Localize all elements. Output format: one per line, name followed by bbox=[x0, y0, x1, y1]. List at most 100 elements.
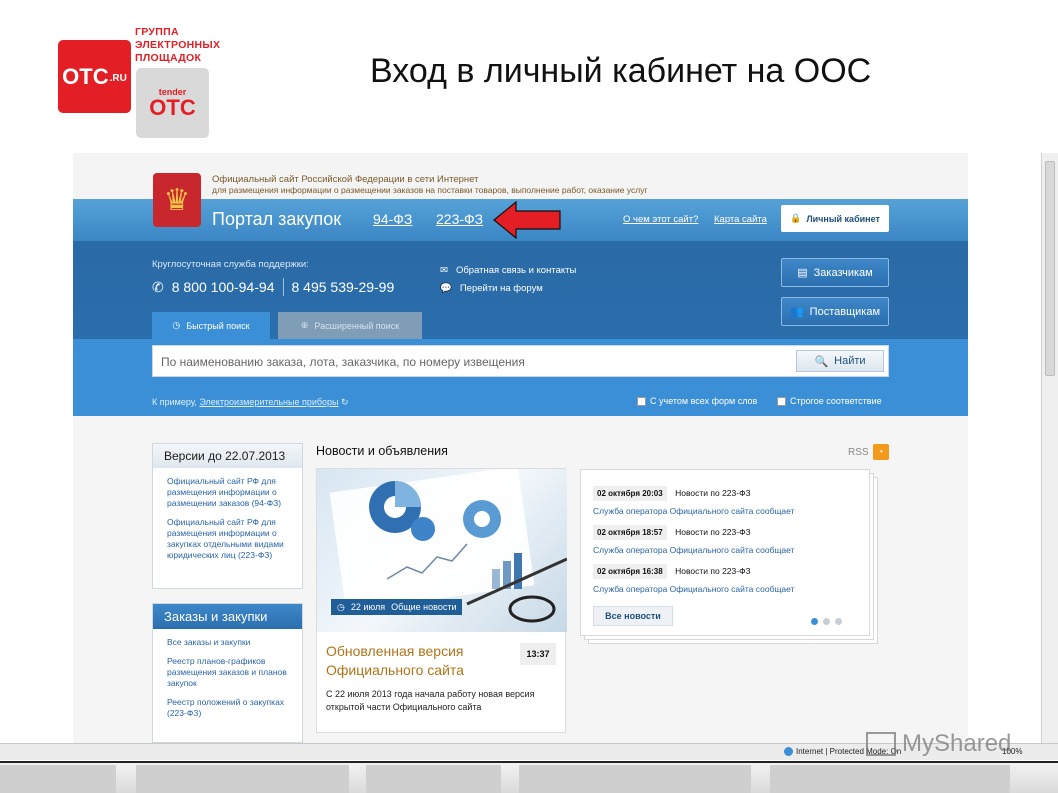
forum-link[interactable]: 💬 Перейти на форум bbox=[440, 283, 543, 294]
tender-big-label: OTC bbox=[149, 97, 195, 119]
all-word-forms-option[interactable]: С учетом всех форм слов bbox=[637, 396, 757, 406]
news-image: ◷ 22 июля Общие новости bbox=[317, 469, 567, 632]
versions-link-223[interactable]: Официальный сайт РФ для размещения инфор… bbox=[153, 517, 302, 561]
feed-item-category: Новости по 223-ФЗ bbox=[675, 488, 751, 498]
feed-item-category: Новости по 223-ФЗ bbox=[675, 566, 751, 576]
tab-quick-search[interactable]: ◷ Быстрый поиск bbox=[152, 312, 270, 339]
pager-dot[interactable] bbox=[835, 618, 842, 625]
news-tag-category: Общие новости bbox=[391, 602, 456, 612]
group-logo-text: ГРУППА ЭЛЕКТРОННЫХ ПЛОЩАДОК bbox=[135, 26, 220, 65]
gov-header-line-2: для размещения информации о размещении з… bbox=[212, 185, 648, 195]
watermark: MyShared bbox=[866, 730, 1011, 758]
tab-advanced-search-label: Расширенный поиск bbox=[314, 321, 399, 331]
suppliers-label: Поставщикам bbox=[810, 306, 880, 318]
russia-emblem-icon: ♛ bbox=[153, 173, 201, 227]
taskbar-item[interactable] bbox=[519, 765, 751, 793]
forum-label: Перейти на форум bbox=[460, 283, 543, 294]
link-94-fz[interactable]: 94-ФЗ bbox=[373, 211, 412, 227]
group-line-3: ПЛОЩАДОК bbox=[135, 52, 220, 65]
support-label: Круглосуточная служба поддержки: bbox=[152, 259, 309, 270]
tab-quick-search-label: Быстрый поиск bbox=[186, 321, 249, 331]
tender-otc-logo: tender OTC bbox=[136, 68, 209, 138]
pager-dot[interactable] bbox=[823, 618, 830, 625]
example-link[interactable]: Электроизмерительные приборы bbox=[199, 397, 338, 407]
news-body: С 22 июля 2013 года начала работу новая … bbox=[326, 688, 558, 714]
link-223-fz[interactable]: 223-ФЗ bbox=[436, 211, 483, 227]
lock-icon: 🔒 bbox=[790, 213, 801, 224]
about-site-link[interactable]: О чем этот сайт? bbox=[623, 214, 698, 225]
feedback-link[interactable]: ✉ Обратная связь и контакты bbox=[440, 265, 576, 276]
personal-cabinet-button[interactable]: 🔒 Личный кабинет bbox=[781, 205, 889, 232]
search-input[interactable] bbox=[161, 355, 781, 369]
chat-bubble-icon: 💬 bbox=[440, 283, 452, 294]
portal-title: Портал закупок bbox=[212, 209, 341, 230]
otc-logo-suffix: .RU bbox=[110, 73, 127, 84]
envelope-icon: ✉ bbox=[440, 265, 448, 276]
orders-link-plans[interactable]: Реестр планов-графиков размещения заказо… bbox=[153, 656, 302, 689]
news-section-title: Новости и объявления bbox=[316, 444, 448, 458]
phone-2: 8 495 539-29-99 bbox=[292, 279, 395, 295]
feed-item-date: 02 октября 18:57 bbox=[593, 525, 667, 540]
example-prefix: К примеру, bbox=[152, 397, 197, 407]
feed-item-date: 02 октября 20:03 bbox=[593, 486, 667, 501]
feed-item-link[interactable]: Служба оператора Официального сайта сооб… bbox=[593, 506, 795, 516]
rss-link[interactable]: RSS ◔ bbox=[848, 444, 889, 460]
feed-item: 02 октября 20:03 Новости по 223-ФЗ Служб… bbox=[593, 483, 795, 516]
group-line-2: ЭЛЕКТРОННЫХ bbox=[135, 39, 220, 52]
customers-button[interactable]: ▤ Заказчикам bbox=[781, 258, 889, 287]
content-area: Версии до 22.07.2013 Официальный сайт РФ… bbox=[73, 416, 968, 743]
strict-match-option[interactable]: Строгое соответствие bbox=[777, 396, 882, 406]
phone-separator bbox=[283, 278, 284, 296]
otc-logo: OTC.RU bbox=[58, 40, 131, 113]
strict-match-label: Строгое соответствие bbox=[790, 396, 882, 406]
orders-link-regulations[interactable]: Реестр положений о закупках (223-ФЗ) bbox=[153, 697, 302, 719]
tab-advanced-search[interactable]: ⊕ Расширенный поиск bbox=[278, 312, 422, 339]
taskbar-item[interactable] bbox=[770, 765, 1010, 793]
news-time: 13:37 bbox=[520, 643, 556, 665]
taskbar-item[interactable] bbox=[366, 765, 501, 793]
strict-match-checkbox[interactable] bbox=[777, 397, 786, 406]
news-clock-icon: ◷ bbox=[337, 602, 345, 613]
briefcase-icon: ▤ bbox=[797, 266, 807, 279]
all-news-button[interactable]: Все новости bbox=[593, 606, 673, 626]
news-card[interactable]: ◷ 22 июля Общие новости Обновленная верс… bbox=[316, 468, 566, 733]
pager-dot[interactable] bbox=[811, 618, 818, 625]
suppliers-button[interactable]: 👥 Поставщикам bbox=[781, 297, 889, 326]
feed-item: 02 октября 16:38 Новости по 223-ФЗ Служб… bbox=[593, 561, 795, 594]
group-line-1: ГРУППА bbox=[135, 26, 220, 39]
slide: OTC.RU ГРУППА ЭЛЕКТРОННЫХ ПЛОЩАДОК tende… bbox=[0, 0, 1058, 793]
feed-item-link[interactable]: Служба оператора Официального сайта сооб… bbox=[593, 545, 795, 555]
feed-item-date: 02 октября 16:38 bbox=[593, 564, 667, 579]
customers-label: Заказчикам bbox=[814, 267, 873, 279]
versions-link-94[interactable]: Официальный сайт РФ для размещения инфор… bbox=[153, 476, 302, 509]
feed-item: 02 октября 18:57 Новости по 223-ФЗ Служб… bbox=[593, 522, 795, 555]
feedback-label: Обратная связь и контакты bbox=[456, 265, 576, 276]
feed-item-link[interactable]: Служба оператора Официального сайта сооб… bbox=[593, 584, 795, 594]
all-word-forms-checkbox[interactable] bbox=[637, 397, 646, 406]
scrollbar-thumb[interactable] bbox=[1045, 161, 1055, 376]
globe-icon bbox=[784, 747, 793, 756]
rss-label: RSS bbox=[848, 447, 869, 458]
find-button[interactable]: 🔍 Найти bbox=[796, 350, 884, 372]
users-icon: 👥 bbox=[790, 305, 804, 318]
phone-1: 8 800 100-94-94 bbox=[172, 279, 275, 295]
personal-cabinet-label: Личный кабинет bbox=[806, 214, 880, 224]
search-example: К примеру, Электроизмерительные приборы … bbox=[152, 397, 349, 408]
red-arrow-icon bbox=[492, 199, 564, 241]
refresh-icon[interactable]: ↻ bbox=[341, 397, 349, 407]
vertical-scrollbar[interactable] bbox=[1041, 153, 1058, 743]
gov-header-line-1: Официальный сайт Российской Федерации в … bbox=[212, 174, 478, 185]
feed-item-category: Новости по 223-ФЗ bbox=[675, 527, 751, 537]
news-headline[interactable]: Обновленная версия Официального сайта bbox=[326, 642, 496, 680]
taskbar-item[interactable] bbox=[0, 765, 116, 793]
support-area: Круглосуточная служба поддержки: ✆ 8 800… bbox=[73, 241, 968, 416]
versions-panel-title: Версии до 22.07.2013 bbox=[153, 444, 302, 468]
zoom-icon: ⊕ bbox=[301, 320, 309, 331]
orders-panel-title: Заказы и закупки bbox=[153, 604, 302, 629]
sitemap-link[interactable]: Карта сайта bbox=[714, 214, 767, 225]
rss-icon: ◔ bbox=[873, 444, 889, 460]
phone-icon: ✆ bbox=[152, 279, 164, 296]
taskbar-item[interactable] bbox=[136, 765, 349, 793]
orders-link-all[interactable]: Все заказы и закупки bbox=[153, 637, 302, 648]
watermark-icon bbox=[866, 732, 896, 756]
